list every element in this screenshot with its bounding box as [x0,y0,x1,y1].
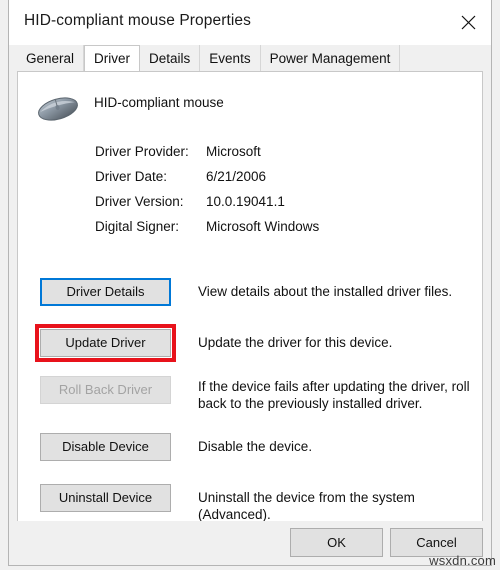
mouse-icon [32,92,84,126]
device-name: HID-compliant mouse [94,95,224,110]
uninstall-device-description: Uninstall the device from the system (Ad… [198,489,476,523]
watermark: wsxdn.com [429,553,496,568]
close-icon[interactable] [445,0,491,45]
digital-signer-label: Digital Signer: [95,219,179,234]
driver-details-row: Driver Details View details about the in… [18,278,482,324]
disable-device-button[interactable]: Disable Device [40,433,171,461]
uninstall-device-button[interactable]: Uninstall Device [40,484,171,512]
tab-events[interactable]: Events [200,45,260,72]
tab-power-management[interactable]: Power Management [261,45,401,72]
driver-details-description: View details about the installed driver … [198,283,476,300]
roll-back-driver-button: Roll Back Driver [40,376,171,404]
driver-date-value: 6/21/2006 [206,169,266,184]
driver-provider-value: Microsoft [206,144,261,159]
driver-provider-label: Driver Provider: [95,144,189,159]
driver-tab-panel: HID-compliant mouse Driver Provider: Mic… [17,71,483,522]
digital-signer-value: Microsoft Windows [206,219,319,234]
driver-date-label: Driver Date: [95,169,167,184]
roll-back-driver-description: If the device fails after updating the d… [198,378,476,412]
device-header: HID-compliant mouse [18,72,482,132]
update-driver-row: Update Driver Update the driver for this… [18,324,482,376]
disable-device-row: Disable Device Disable the device. [18,433,482,484]
driver-version-row: Driver Version: 10.0.19041.1 [18,194,482,219]
window-title: HID-compliant mouse Properties [24,12,251,30]
driver-version-label: Driver Version: [95,194,184,209]
roll-back-driver-row: Roll Back Driver If the device fails aft… [18,376,482,433]
screen: HID-compliant mouse Properties General D… [0,0,500,570]
tab-general[interactable]: General [17,45,84,72]
properties-dialog: HID-compliant mouse Properties General D… [8,0,492,566]
update-driver-description: Update the driver for this device. [198,334,476,351]
driver-version-value: 10.0.19041.1 [206,194,285,209]
driver-info-table: Driver Provider: Microsoft Driver Date: … [18,144,482,244]
driver-details-button[interactable]: Driver Details [40,278,171,306]
digital-signer-row: Digital Signer: Microsoft Windows [18,219,482,244]
driver-provider-row: Driver Provider: Microsoft [18,144,482,169]
tab-driver[interactable]: Driver [84,45,140,72]
update-driver-button[interactable]: Update Driver [40,329,171,357]
ok-button[interactable]: OK [290,528,383,557]
driver-date-row: Driver Date: 6/21/2006 [18,169,482,194]
tab-list: General Driver Details Events Power Mana… [17,45,400,72]
tab-details[interactable]: Details [140,45,200,72]
tab-strip: General Driver Details Events Power Mana… [9,45,491,72]
dialog-footer: OK Cancel [9,521,491,565]
title-bar: HID-compliant mouse Properties [9,0,491,45]
action-list: Driver Details View details about the in… [18,278,482,530]
disable-device-description: Disable the device. [198,438,476,455]
